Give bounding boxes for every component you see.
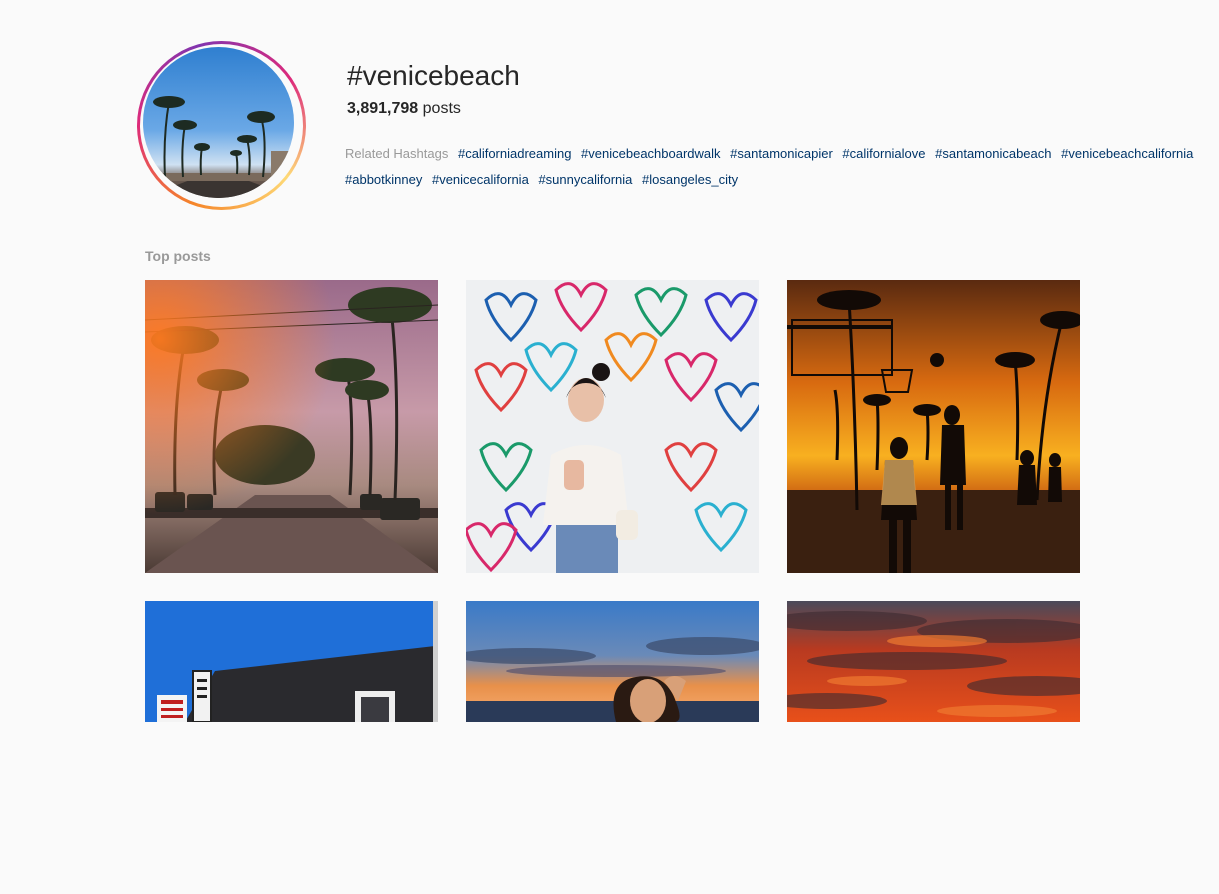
related-tag-venicebeachboardwalk[interactable]: #venicebeachboardwalk (581, 146, 720, 161)
related-tag-venicecalifornia[interactable]: #venicecalifornia (432, 172, 529, 187)
top-posts-label: Top posts (145, 248, 211, 264)
related-hashtags-label: Related Hashtags (345, 146, 449, 161)
related-tag-santamonicabeach[interactable]: #santamonicabeach (935, 146, 1051, 161)
post-thumbnail-4[interactable] (145, 601, 438, 894)
related-hashtags: Related Hashtags #californiadreaming #ve… (345, 141, 1205, 193)
post-thumbnail-5[interactable] (466, 601, 759, 894)
related-tag-californialove[interactable]: #californialove (842, 146, 925, 161)
related-tag-abbotkinney[interactable]: #abbotkinney (345, 172, 422, 187)
related-tag-losangeles-city[interactable]: #losangeles_city (642, 172, 738, 187)
hashtag-header: #venicebeach 3,891,798 posts Related Has… (0, 0, 1219, 230)
basketball-sunset-photo-icon (787, 280, 1080, 573)
hashtag-avatar (143, 47, 294, 198)
post-count-label: posts (422, 100, 461, 117)
palm-avenue-icon (143, 96, 294, 198)
hashtag-title: #venicebeach (347, 60, 520, 91)
post-count: 3,891,798 posts (347, 100, 461, 118)
post-thumbnail-6[interactable] (787, 601, 1080, 894)
cafe-building-photo-icon (145, 601, 438, 722)
related-tag-sunnycalifornia[interactable]: #sunnycalifornia (538, 172, 632, 187)
related-tag-venicebeachcalifornia[interactable]: #venicebeachcalifornia (1061, 146, 1193, 161)
palm-street-photo-icon (145, 280, 438, 573)
post-count-value: 3,891,798 (347, 100, 419, 117)
post-thumbnail-1[interactable] (145, 280, 438, 573)
related-tag-californiadreaming[interactable]: #californiadreaming (458, 146, 571, 161)
beach-portrait-photo-icon (466, 601, 759, 722)
heart-mural-photo-icon (466, 280, 759, 573)
related-tag-santamonicapier[interactable]: #santamonicapier (730, 146, 833, 161)
post-thumbnail-2[interactable] (466, 280, 759, 573)
post-thumbnail-3[interactable] (787, 280, 1080, 573)
red-clouds-photo-icon (787, 601, 1080, 722)
hashtag-avatar-ring (137, 41, 306, 210)
